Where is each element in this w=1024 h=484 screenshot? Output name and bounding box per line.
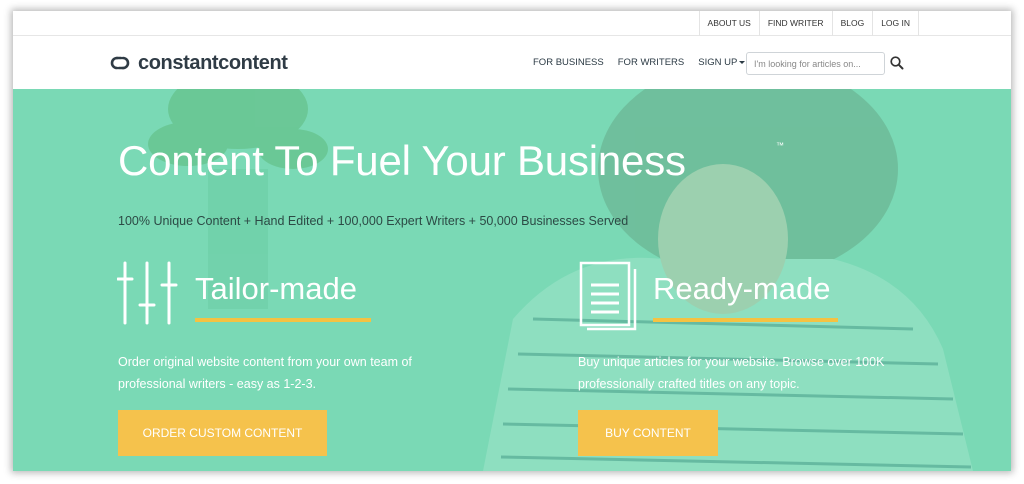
search-icon[interactable] (889, 55, 905, 71)
ready-made-title: Ready-made (653, 271, 831, 306)
trademark-symbol: ™ (776, 141, 784, 150)
nav-sign-up[interactable]: SIGN UP (698, 57, 746, 68)
browser-frame: ABOUT US FIND WRITER BLOG LOG IN constan… (13, 11, 1011, 471)
document-icon (579, 261, 637, 331)
sign-up-label: SIGN UP (698, 57, 738, 68)
sliders-icon (117, 261, 178, 325)
log-in-link[interactable]: LOG IN (872, 11, 919, 36)
utility-links: ABOUT US FIND WRITER BLOG LOG IN (698, 11, 919, 36)
ready-made-underline (653, 318, 838, 322)
search-input[interactable] (746, 52, 885, 75)
hero-section: Content To Fuel Your Business ™ 100% Uni… (13, 89, 1011, 471)
blog-link[interactable]: BLOG (831, 11, 873, 36)
hero-title: Content To Fuel Your Business (118, 137, 686, 184)
hero-subtitle: 100% Unique Content + Hand Edited + 100,… (118, 214, 629, 228)
main-nav: FOR BUSINESS FOR WRITERS SIGN UP (533, 57, 759, 68)
about-us-link[interactable]: ABOUT US (698, 11, 759, 36)
ready-made-description: Buy unique articles for your website. Br… (578, 355, 885, 391)
find-writer-link[interactable]: FIND WRITER (758, 11, 832, 36)
tailor-made-title: Tailor-made (195, 271, 357, 306)
logo-icon (110, 56, 130, 70)
tailor-made-description: Order original website content from your… (118, 355, 412, 391)
order-custom-content-button[interactable]: ORDER CUSTOM CONTENT (118, 410, 327, 456)
nav-for-business[interactable]: FOR BUSINESS (533, 57, 604, 68)
utility-bar: ABOUT US FIND WRITER BLOG LOG IN (13, 11, 1011, 36)
tailor-made-underline (195, 318, 371, 322)
buy-content-button[interactable]: BUY CONTENT (578, 410, 718, 456)
nav-for-writers[interactable]: FOR WRITERS (618, 57, 685, 68)
logo-text: constantcontent (138, 51, 288, 74)
caret-down-icon (739, 60, 746, 64)
main-header: constantcontent FOR BUSINESS FOR WRITERS… (13, 37, 1011, 89)
site-logo[interactable]: constantcontent (107, 51, 288, 75)
